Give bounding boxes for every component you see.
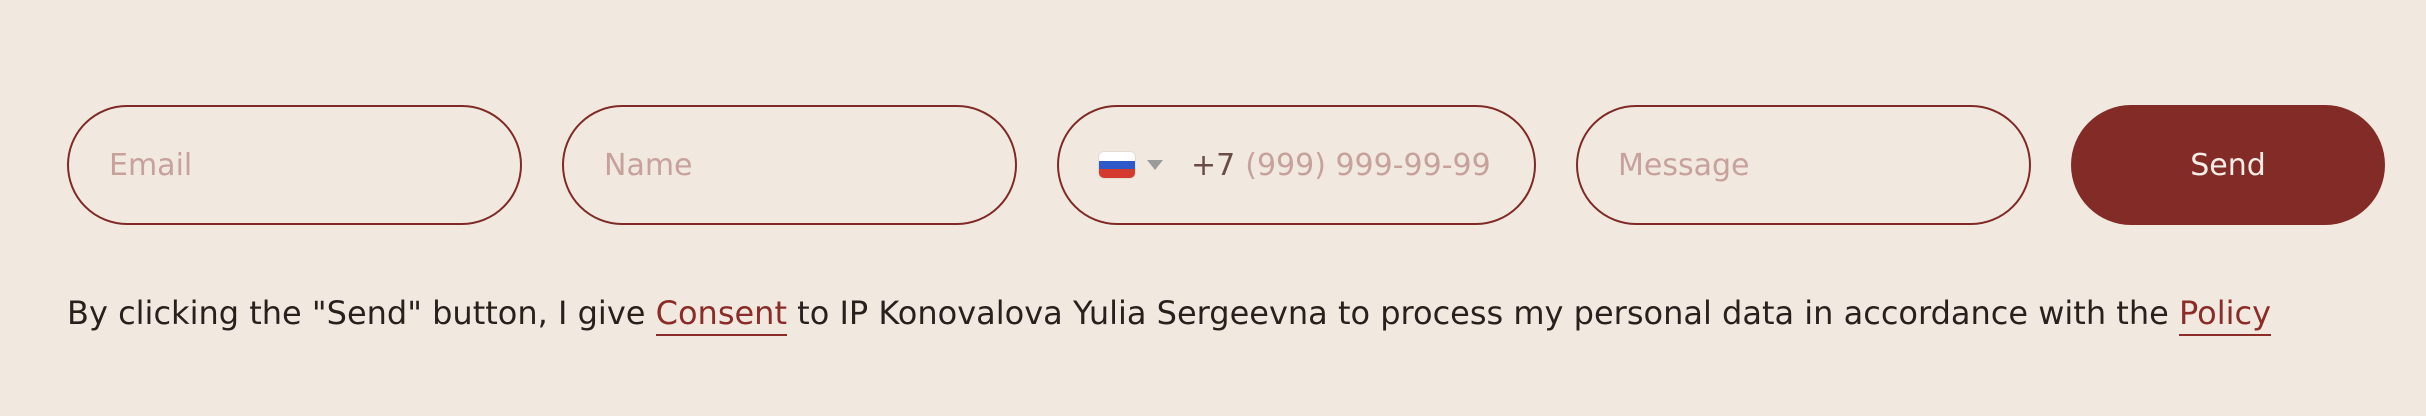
consent-text-before: By clicking the "Send" button, I give — [67, 294, 656, 332]
phone-field[interactable]: +7 — [1057, 105, 1536, 225]
send-button[interactable]: Send — [2071, 105, 2385, 225]
russia-flag-icon[interactable] — [1099, 152, 1135, 178]
chevron-down-icon[interactable] — [1147, 160, 1163, 170]
policy-link[interactable]: Policy — [2178, 294, 2272, 336]
message-field[interactable] — [1576, 105, 2031, 225]
message-input[interactable] — [1618, 147, 1989, 183]
name-input[interactable] — [604, 147, 975, 183]
consent-text-middle: to IP Konovalova Yulia Sergeevna to proc… — [787, 294, 2179, 332]
name-field[interactable] — [562, 105, 1017, 225]
phone-input[interactable] — [1245, 147, 1494, 183]
consent-link[interactable]: Consent — [655, 294, 787, 336]
email-field[interactable] — [67, 105, 522, 225]
email-input[interactable] — [109, 147, 480, 183]
phone-country-code: +7 — [1191, 147, 1236, 183]
contact-form: +7 Send — [67, 105, 2385, 225]
consent-notice: By clicking the "Send" button, I give Co… — [67, 293, 2272, 336]
